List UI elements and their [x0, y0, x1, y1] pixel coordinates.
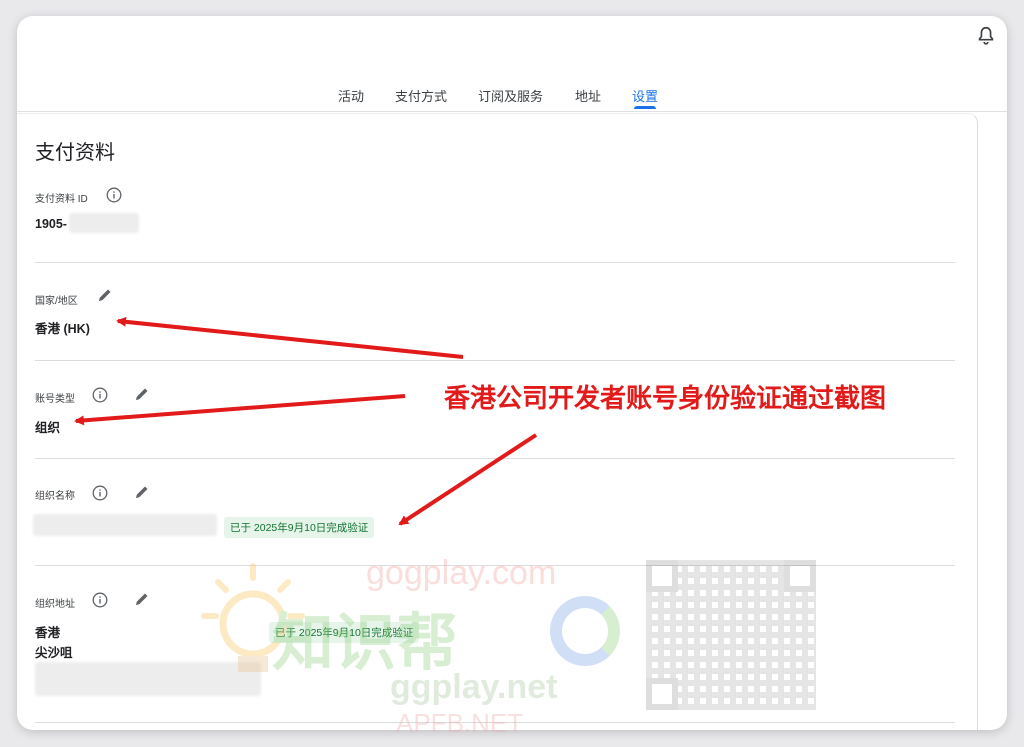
arrow-to-org-name [398, 433, 538, 526]
annotation-arrows [74, 316, 538, 526]
arrow-to-country [116, 316, 464, 359]
arrow-to-account-type [74, 394, 406, 426]
annotation-caption: 香港公司开发者账号身份验证通过截图 [444, 383, 887, 413]
